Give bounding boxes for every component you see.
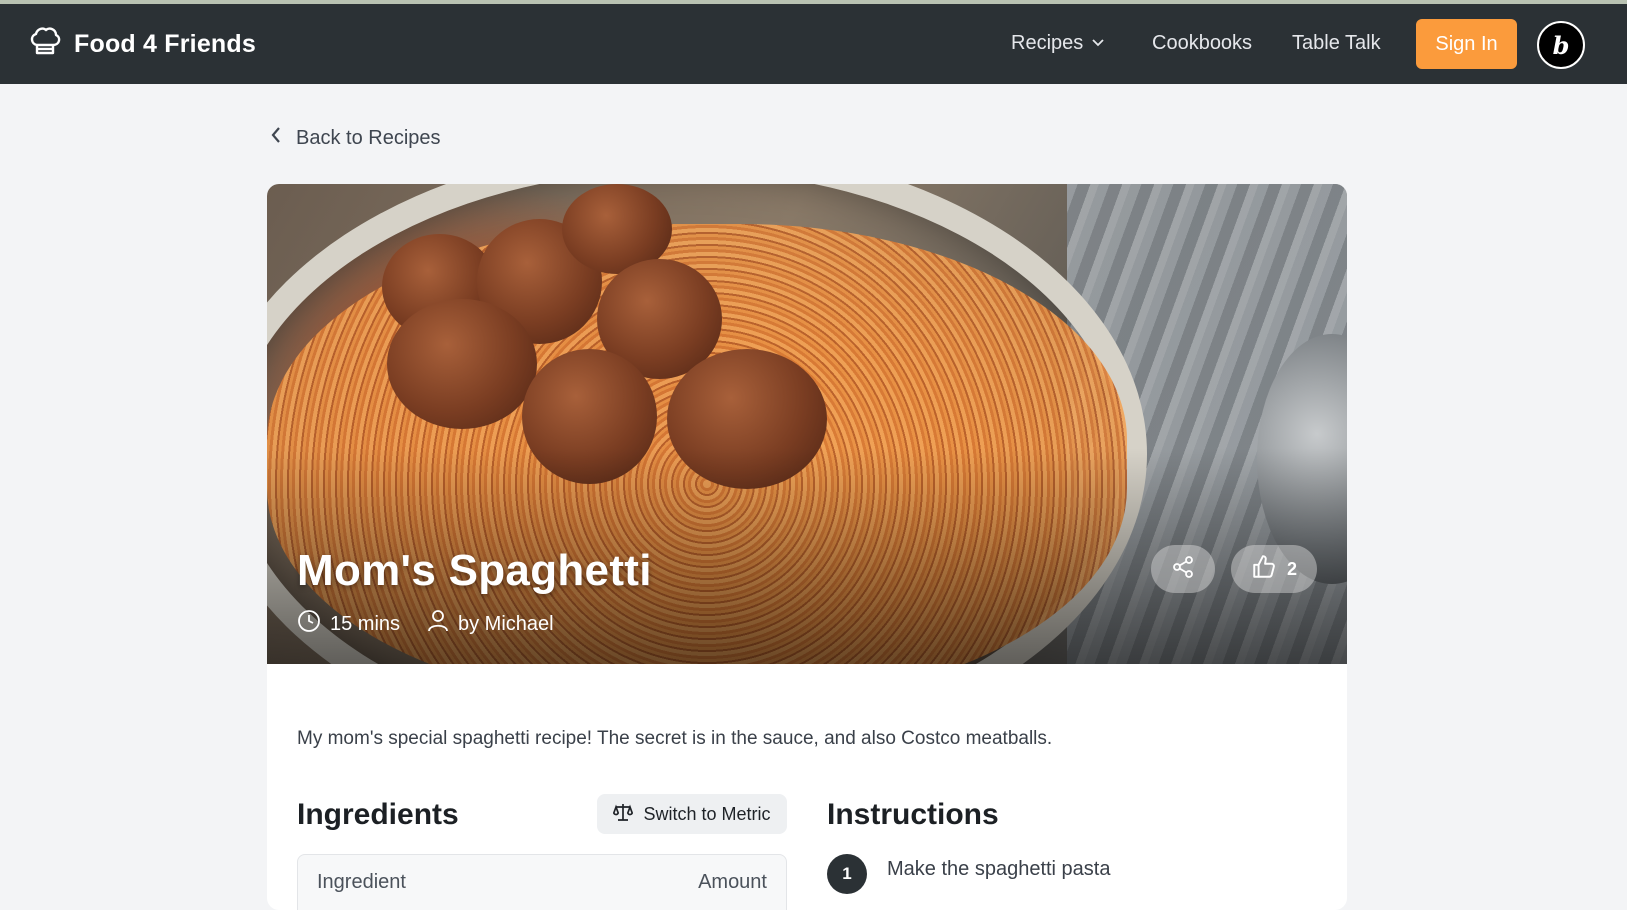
ingredients-heading: Ingredients bbox=[297, 798, 459, 831]
share-button[interactable] bbox=[1151, 545, 1215, 593]
like-button[interactable]: 2 bbox=[1231, 545, 1317, 593]
like-count: 2 bbox=[1286, 558, 1297, 579]
brand-name: Food 4 Friends bbox=[74, 29, 256, 58]
scale-icon bbox=[613, 802, 634, 827]
recipe-card: Mom's Spaghetti 15 mins by Michael 2 My … bbox=[267, 184, 1347, 910]
nav-recipes-label: Recipes bbox=[1011, 32, 1084, 54]
top-navbar: Food 4 Friends Recipes Cookbooks Table T… bbox=[0, 4, 1627, 84]
cook-time: 15 mins bbox=[297, 609, 400, 639]
cook-time-value: 15 mins bbox=[330, 612, 401, 635]
chevron-left-icon bbox=[270, 126, 282, 150]
share-icon bbox=[1171, 555, 1195, 584]
chef-hat-icon bbox=[28, 25, 62, 64]
bolt-badge-logo[interactable]: b bbox=[1537, 21, 1585, 69]
switch-to-metric-button[interactable]: Switch to Metric bbox=[597, 794, 787, 834]
author-name: by Michael bbox=[458, 612, 554, 635]
switch-to-metric-label: Switch to Metric bbox=[643, 803, 771, 824]
step-number-badge: 1 bbox=[827, 854, 867, 894]
sign-in-button[interactable]: Sign In bbox=[1416, 19, 1517, 69]
user-icon bbox=[427, 609, 449, 639]
thumbs-up-icon bbox=[1251, 554, 1277, 585]
nav-cookbooks[interactable]: Cookbooks bbox=[1152, 32, 1252, 55]
column-header-ingredient: Ingredient bbox=[317, 871, 406, 893]
recipe-author: by Michael bbox=[427, 609, 554, 639]
clock-icon bbox=[297, 609, 321, 639]
step-text: Make the spaghetti pasta bbox=[887, 858, 1111, 880]
ingredients-table: Ingredient Amount bbox=[297, 854, 787, 910]
back-to-recipes-link[interactable]: Back to Recipes bbox=[270, 126, 441, 150]
chevron-down-icon bbox=[1091, 32, 1105, 55]
recipe-description: My mom's special spaghetti recipe! The s… bbox=[297, 728, 1053, 749]
nav-recipes-dropdown[interactable]: Recipes bbox=[1011, 32, 1105, 55]
instructions-heading: Instructions bbox=[827, 798, 999, 831]
back-link-label: Back to Recipes bbox=[296, 126, 441, 149]
nav-table-talk[interactable]: Table Talk bbox=[1292, 32, 1381, 55]
recipe-title: Mom's Spaghetti bbox=[297, 546, 652, 595]
column-header-amount: Amount bbox=[698, 871, 767, 893]
brand-link[interactable]: Food 4 Friends bbox=[28, 26, 256, 62]
